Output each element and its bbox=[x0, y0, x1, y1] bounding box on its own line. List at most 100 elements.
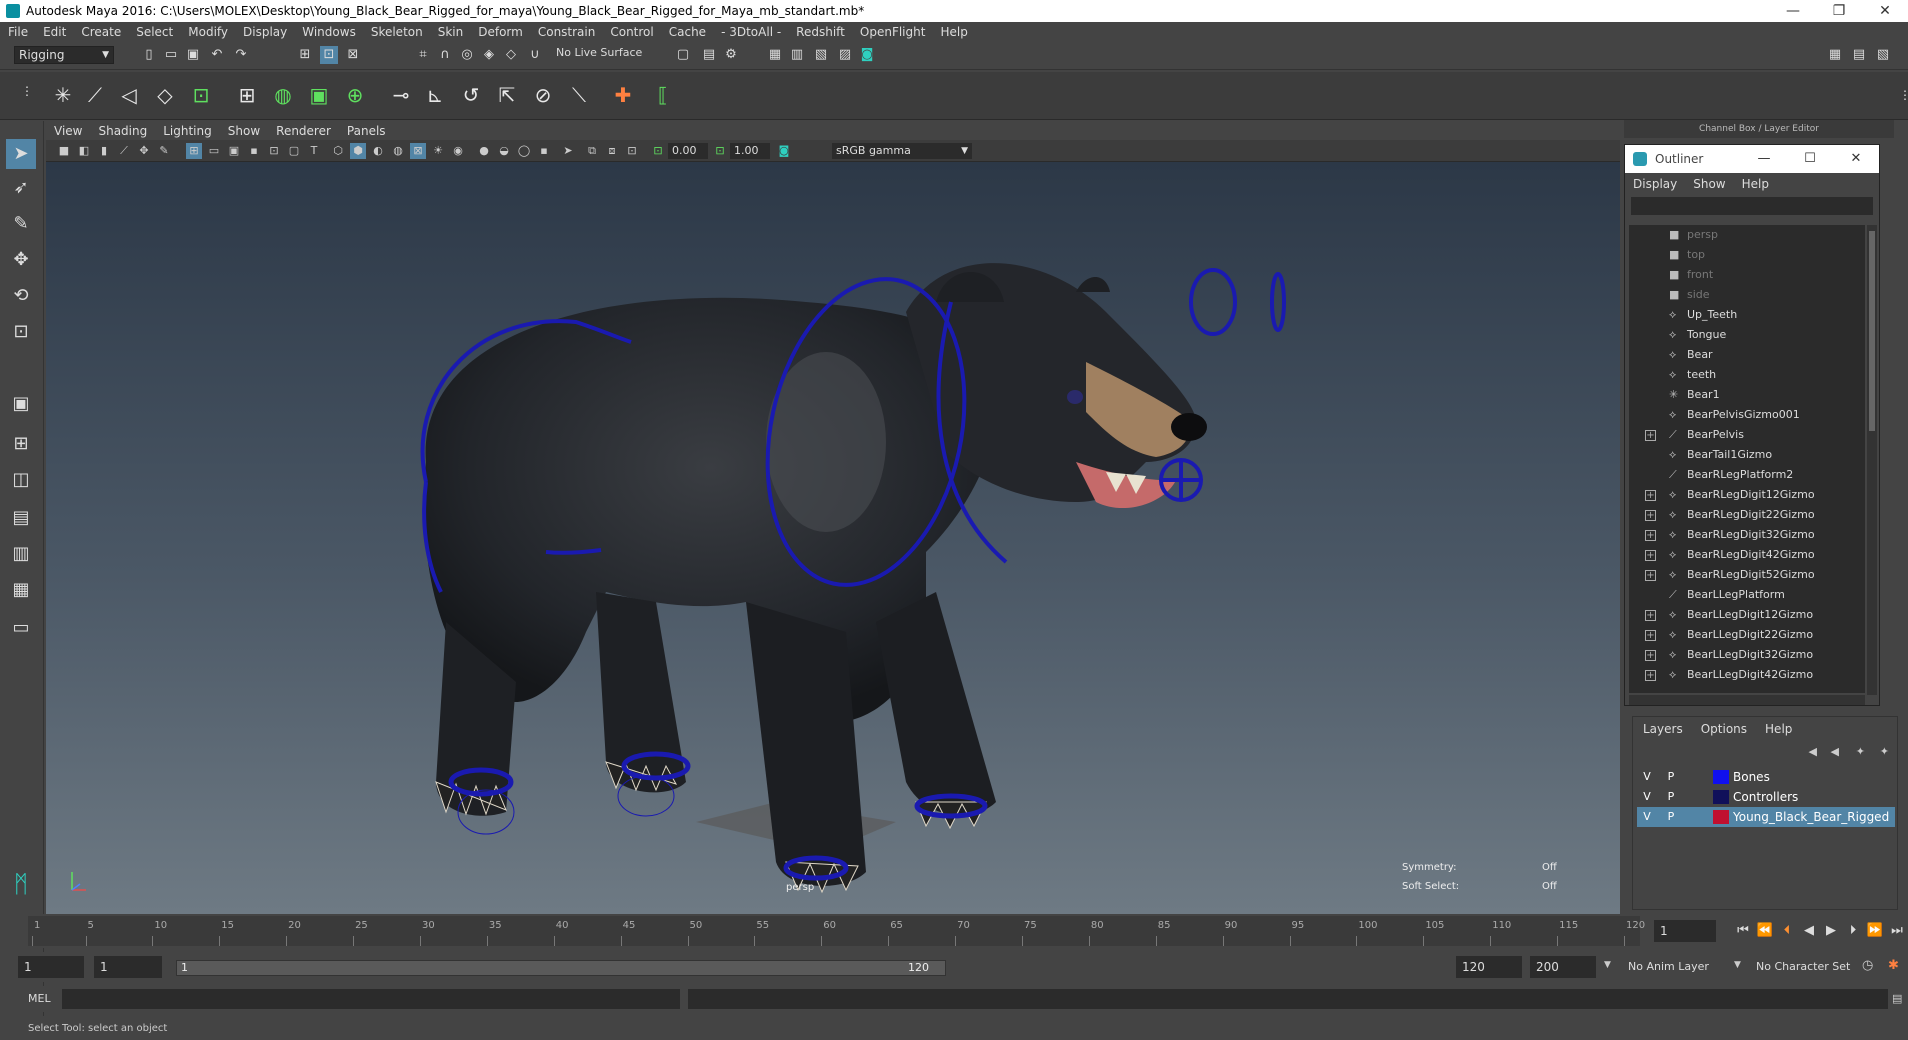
vp-menu-shading[interactable]: Shading bbox=[98, 124, 147, 138]
textured-icon[interactable]: ⊠ bbox=[410, 143, 426, 159]
layer-row[interactable]: V P Bones bbox=[1637, 767, 1895, 787]
wireframe-on-shaded-icon[interactable]: ◍ bbox=[390, 143, 406, 159]
move-tool-icon[interactable]: ✥ bbox=[6, 245, 36, 275]
play-backward-icon[interactable]: ◀ bbox=[1800, 922, 1818, 940]
layer-menu-help[interactable]: Help bbox=[1765, 722, 1792, 736]
exposure-field[interactable]: 0.00 bbox=[668, 143, 708, 159]
animation-start-field[interactable]: 1 bbox=[18, 956, 84, 978]
create-joint-icon[interactable]: ✳ bbox=[48, 80, 78, 110]
undo-icon[interactable]: ↶ bbox=[208, 46, 226, 64]
menu-control[interactable]: Control bbox=[610, 25, 653, 39]
graph-layout-icon[interactable]: ▥ bbox=[6, 539, 36, 569]
parent-constraint-icon[interactable]: ⊘ bbox=[528, 80, 558, 110]
menu-help[interactable]: Help bbox=[940, 25, 967, 39]
hypershade-icon[interactable]: ▨ bbox=[836, 46, 854, 64]
expand-icon[interactable]: + bbox=[1645, 510, 1656, 521]
menu-modify[interactable]: Modify bbox=[188, 25, 228, 39]
vp-menu-view[interactable]: View bbox=[54, 124, 82, 138]
outliner-menu-show[interactable]: Show bbox=[1693, 177, 1725, 191]
four-pane-layout-icon[interactable]: ⊞ bbox=[6, 429, 36, 459]
close-button[interactable]: ✕ bbox=[1862, 0, 1908, 22]
outliner-item[interactable]: + ⟡ BearRLegDigit42Gizmo bbox=[1629, 545, 1865, 565]
outliner-item[interactable]: ⟡ Up_Teeth bbox=[1629, 305, 1865, 325]
aim-constraint-icon[interactable]: ⊾ bbox=[420, 80, 450, 110]
snap-view-icon[interactable]: ◈ bbox=[480, 46, 498, 64]
restore-button[interactable]: ❐ bbox=[1816, 0, 1862, 22]
image-plane-icon[interactable]: ⟋ bbox=[116, 143, 132, 159]
select-component-icon[interactable]: ⊠ bbox=[344, 46, 362, 64]
menu-skeleton[interactable]: Skeleton bbox=[371, 25, 423, 39]
smooth-shade-icon[interactable]: ⬢ bbox=[350, 143, 366, 159]
expand-icon[interactable]: + bbox=[1645, 650, 1656, 661]
move-layer-up-icon[interactable]: ◀ bbox=[1809, 745, 1817, 758]
orient-constraint-icon[interactable]: ↺ bbox=[456, 80, 486, 110]
layer-color-swatch[interactable] bbox=[1713, 770, 1729, 784]
isolate-select-icon[interactable]: ➤ bbox=[560, 143, 576, 159]
range-slider[interactable]: 1 120 bbox=[176, 960, 946, 976]
scroll-thumb[interactable] bbox=[1869, 231, 1875, 431]
anti-aliasing-icon[interactable]: ◯ bbox=[516, 143, 532, 159]
select-hierarchy-icon[interactable]: ⊞ bbox=[296, 46, 314, 64]
perspective-viewport[interactable]: persp Symmetry: Off Soft Select: Off bbox=[46, 162, 1620, 914]
layer-playback-toggle[interactable]: P bbox=[1663, 769, 1679, 785]
expand-icon[interactable]: + bbox=[1645, 430, 1656, 441]
outliner-item[interactable]: + ⟡ BearRLegDigit12Gizmo bbox=[1629, 485, 1865, 505]
outliner-item[interactable]: ⟋ BearRLegPlatform2 bbox=[1629, 465, 1865, 485]
shelf-scroll-icon[interactable]: ⋮ bbox=[1890, 80, 1908, 110]
expand-icon[interactable]: + bbox=[1645, 530, 1656, 541]
render-settings-icon[interactable]: ⚙ bbox=[722, 46, 740, 64]
outliner-item[interactable]: ■ side bbox=[1629, 285, 1865, 305]
gamma-icon[interactable]: ⊡ bbox=[712, 143, 728, 159]
camera-select-icon[interactable]: ■ bbox=[56, 143, 72, 159]
go-to-end-icon[interactable]: ⏭ bbox=[1888, 922, 1906, 940]
sculpt-tools-icon[interactable]: ▦ bbox=[1826, 46, 1844, 64]
grid-toggle-icon[interactable]: ⊞ bbox=[186, 143, 202, 159]
use-all-lights-icon[interactable]: ☀ bbox=[430, 143, 446, 159]
point-constraint-icon[interactable]: ⊸ bbox=[386, 80, 416, 110]
save-scene-icon[interactable]: ▣ bbox=[184, 46, 202, 64]
preferences-icon[interactable]: ✱ bbox=[1888, 958, 1899, 973]
magnet-icon[interactable]: ∪ bbox=[526, 46, 544, 64]
xray-components-icon[interactable]: ⊡ bbox=[624, 143, 640, 159]
time-slider-track[interactable]: 1 5 10 15 20 25 30 35 40 45 50 55 60 65 70 75 80 85 90 95 10… bbox=[28, 916, 1645, 946]
gamma-field[interactable]: 1.00 bbox=[730, 143, 770, 159]
animation-end-field[interactable]: 200 bbox=[1530, 956, 1596, 978]
view-transform-dropdown[interactable]: sRGB gamma ▼ bbox=[832, 143, 972, 159]
outliner-close-button[interactable]: ✕ bbox=[1833, 145, 1879, 173]
vp-menu-renderer[interactable]: Renderer bbox=[276, 124, 331, 138]
bookmark-icon[interactable]: ▮ bbox=[96, 143, 112, 159]
lattice-icon[interactable]: ⊞ bbox=[232, 80, 262, 110]
menu-set-dropdown[interactable]: Rigging ▼ bbox=[14, 46, 114, 64]
outliner-item[interactable]: + ⟡ BearLLegDigit32Gizmo bbox=[1629, 645, 1865, 665]
menu-select[interactable]: Select bbox=[136, 25, 173, 39]
menu-file[interactable]: File bbox=[8, 25, 28, 39]
pole-vector-icon[interactable]: ⟍ bbox=[564, 80, 594, 110]
outliner-item[interactable]: ■ top bbox=[1629, 245, 1865, 265]
layer-color-swatch[interactable] bbox=[1713, 810, 1729, 824]
safe-title-icon[interactable]: T bbox=[306, 143, 322, 159]
menu-display[interactable]: Display bbox=[243, 25, 287, 39]
xray-icon[interactable]: ⧉ bbox=[584, 143, 600, 159]
select-object-icon[interactable]: ⊡ bbox=[320, 46, 338, 64]
expand-icon[interactable]: + bbox=[1645, 610, 1656, 621]
outliner-item[interactable]: ✳ Bear1 bbox=[1629, 385, 1865, 405]
outliner-item[interactable]: ⟡ Tongue bbox=[1629, 325, 1865, 345]
layer-playback-toggle[interactable]: P bbox=[1663, 809, 1679, 825]
layer-visibility-toggle[interactable]: V bbox=[1639, 789, 1655, 805]
command-language-toggle[interactable]: MEL bbox=[28, 992, 51, 1005]
step-back-icon[interactable]: ⏪ bbox=[1756, 922, 1774, 940]
modeling-toolkit-icon[interactable]: ▤ bbox=[1850, 46, 1868, 64]
script-editor-icon[interactable]: ▤ bbox=[1892, 992, 1902, 1005]
xray-joints-icon[interactable]: ⧈ bbox=[604, 143, 620, 159]
go-to-start-icon[interactable]: ⏮ bbox=[1734, 922, 1752, 940]
vp-menu-show[interactable]: Show bbox=[228, 124, 260, 138]
live-surface-label[interactable]: No Live Surface bbox=[556, 46, 642, 59]
auto-key-icon[interactable]: ◷ bbox=[1862, 958, 1873, 973]
anim-layer-dropdown[interactable]: No Anim Layer bbox=[1628, 960, 1709, 973]
paint-select-icon[interactable]: ✎ bbox=[6, 209, 36, 239]
gate-mask-icon[interactable]: ▪ bbox=[246, 143, 262, 159]
layer-visibility-toggle[interactable]: V bbox=[1639, 809, 1655, 825]
motion-blur-icon[interactable]: ◒ bbox=[496, 143, 512, 159]
playback-start-field[interactable]: 1 bbox=[94, 956, 162, 978]
snap-grid-icon[interactable]: ⌗ bbox=[414, 46, 432, 64]
